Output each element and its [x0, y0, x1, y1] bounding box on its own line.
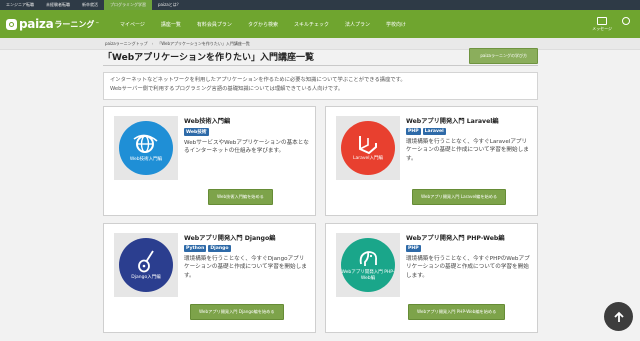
main-nav: マイページ 講座一覧 有料会員プラン タグから検索 スキルチェック 法人プラン …	[112, 21, 592, 28]
site-header: paiza ラーニング ™ マイページ 講座一覧 有料会員プラン タグから検索 …	[0, 10, 640, 38]
course-thumbnail[interactable]: Laravel入門編	[336, 116, 400, 180]
course-tag[interactable]: Web技術	[184, 128, 209, 136]
user-menu-button[interactable]	[622, 16, 630, 32]
course-badge-label: Web技術入門編	[129, 157, 163, 162]
message-button[interactable]: メッセージ	[592, 16, 612, 32]
top-link-new-grad[interactable]: 新卒就活	[76, 0, 104, 10]
course-description: 環境構築を行うことなく、今すぐPHPのWebアプリケーションの基礎と作成について…	[406, 256, 530, 279]
course-tag[interactable]: Python	[184, 245, 207, 252]
globe-icon	[133, 134, 158, 153]
top-link-engineer-job[interactable]: エンジニア転職	[0, 0, 40, 10]
top-link-about[interactable]: paizaとは？	[152, 0, 187, 10]
logo-trademark: ™	[95, 21, 100, 26]
start-course-button[interactable]: Webアプリ開発入門 Django編を始める	[190, 304, 284, 320]
course-badge-label: Webアプリ開発入門 PHP-Web編	[341, 270, 395, 281]
top-link-learning[interactable]: プログラミング学習	[104, 0, 152, 10]
breadcrumb-separator: ›	[151, 41, 154, 46]
nav-school[interactable]: 学校向け	[378, 21, 414, 28]
start-course-button[interactable]: Webアプリ開発入門 PHP-Web編を始める	[408, 304, 506, 320]
message-label: メッセージ	[592, 25, 612, 31]
breadcrumb-home[interactable]: paizaラーニングトップ	[105, 41, 148, 46]
page-title: 「Webアプリケーションを作りたい」入門講座一覧	[103, 52, 314, 63]
nav-paid-plan[interactable]: 有料会員プラン	[189, 21, 240, 28]
course-badge: Django入門編	[119, 238, 173, 292]
course-title[interactable]: Web技術入門編	[184, 116, 309, 125]
elephant-icon	[359, 251, 377, 266]
course-description: 環境構築を行うことなく、今すぐLaravelアプリケーションの基礎と作成について…	[406, 139, 529, 162]
nav-courses[interactable]: 講座一覧	[153, 21, 189, 28]
start-course-button[interactable]: Web技術入門編を始める	[208, 189, 273, 205]
breadcrumb-current: 「Webアプリケーションを作りたい」入門講座一覧	[157, 41, 250, 46]
course-badge-label: Laravel入門編	[352, 156, 384, 161]
course-thumbnail[interactable]: Django入門編	[114, 233, 178, 297]
course-grid: Web技術入門編 Web技術入門編 Web技術 WebサービスやWebアプリケー…	[103, 106, 538, 338]
mail-icon	[597, 16, 608, 25]
nav-corporate[interactable]: 法人プラン	[337, 21, 378, 28]
main-content: 「Webアプリケーションを作りたい」入門講座一覧 paizaラーニングの学び方 …	[103, 47, 538, 338]
course-title[interactable]: Webアプリ開発入門 Laravel編	[406, 116, 531, 125]
course-card-web-basics: Web技術入門編 Web技術入門編 Web技術 WebサービスやWebアプリケー…	[103, 106, 316, 216]
course-title[interactable]: Webアプリ開発入門 Django編	[184, 233, 309, 242]
logo-subtext: ラーニング	[54, 19, 95, 29]
scroll-to-top-button[interactable]	[604, 302, 633, 331]
course-badge: Web技術入門編	[119, 121, 173, 175]
course-card-django: Django入門編 Webアプリ開発入門 Django編 Python Djan…	[103, 223, 316, 333]
intro-line: インターネットなどネットワークを利用したアプリケーションを作るために必要な知識に…	[110, 77, 406, 83]
nav-tag-search[interactable]: タグから検索	[240, 21, 286, 28]
arrow-up-icon	[613, 311, 624, 322]
logo-text: paiza	[19, 17, 54, 31]
course-thumbnail[interactable]: Webアプリ開発入門 PHP-Web編	[336, 233, 400, 297]
top-link-beginner-job[interactable]: 未経験者転職	[40, 0, 76, 10]
course-tag[interactable]: Django	[208, 245, 231, 252]
course-tag[interactable]: Laravel	[422, 128, 446, 135]
start-course-button[interactable]: Webアプリ開発入門 Laravel編を始める	[412, 189, 507, 205]
course-card-php-web: Webアプリ開発入門 PHP-Web編 Webアプリ開発入門 PHP-Web編 …	[325, 223, 538, 333]
paiza-logo-icon	[6, 18, 17, 30]
laravel-icon	[359, 136, 377, 154]
course-tag[interactable]: PHP	[406, 245, 421, 252]
course-description: WebサービスやWebアプリケーションの基本となるインターネットの仕組みを学びま…	[184, 140, 309, 155]
course-description: 環境構築を行うことなく、今すぐDjangoアプリケーションの基礎と作成について学…	[184, 256, 307, 279]
user-icon	[622, 16, 630, 25]
intro-line: Webサーバー側で利用するプログラミング言語の基礎知識については理解できている人…	[110, 86, 344, 92]
guitar-icon	[138, 250, 154, 273]
intro-box: インターネットなどネットワークを利用したアプリケーションを作るために必要な知識に…	[103, 72, 538, 100]
course-card-laravel: Laravel入門編 Webアプリ開発入門 Laravel編 PHP Larav…	[325, 106, 538, 216]
course-badge: Laravel入門編	[341, 121, 395, 175]
course-badge: Webアプリ開発入門 PHP-Web編	[341, 238, 395, 292]
top-utility-bar: エンジニア転職 未経験者転職 新卒就活 プログラミング学習 paizaとは？	[0, 0, 640, 10]
how-to-learn-button[interactable]: paizaラーニングの学び方	[469, 48, 538, 64]
paiza-logo[interactable]: paiza ラーニング ™	[0, 17, 112, 31]
course-title[interactable]: Webアプリ開発入門 PHP-Web編	[406, 233, 531, 242]
nav-mypage[interactable]: マイページ	[112, 21, 153, 28]
course-thumbnail[interactable]: Web技術入門編	[114, 116, 178, 180]
nav-skill-check[interactable]: スキルチェック	[286, 21, 337, 28]
course-badge-label: Django入門編	[131, 275, 161, 280]
course-tag[interactable]: PHP	[406, 128, 421, 135]
